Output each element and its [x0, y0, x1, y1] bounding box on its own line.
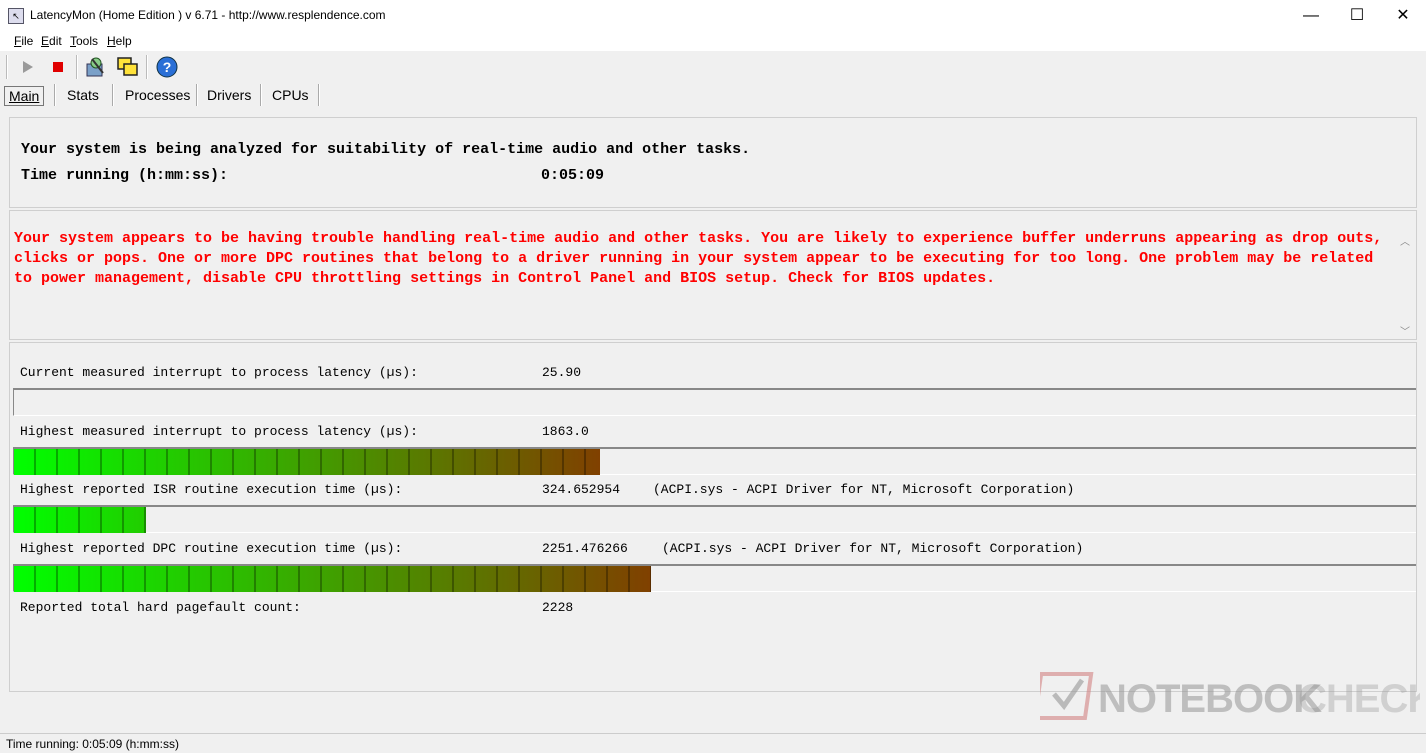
tab-drivers[interactable]: Drivers	[203, 86, 255, 104]
highest-latency-bar	[13, 447, 1416, 475]
dpc-time-bar	[13, 564, 1416, 592]
menu-help[interactable]: Help	[107, 34, 132, 48]
maximize-button[interactable]: ☐	[1334, 0, 1380, 31]
scroll-down-icon[interactable]: ﹀	[1400, 323, 1410, 338]
tab-separator	[196, 84, 198, 106]
menu-help-label: elp	[115, 34, 132, 48]
warning-panel: Your system appears to be having trouble…	[9, 210, 1417, 340]
tab-separator	[112, 84, 114, 106]
isr-time-bar-fill	[14, 507, 146, 533]
status-bar: Time running: 0:05:09 (h:mm:ss)	[0, 733, 1426, 753]
isr-time-label: Highest reported ISR routine execution t…	[20, 482, 403, 497]
analysis-status-text: Your system is being analyzed for suitab…	[21, 141, 751, 158]
menu-edit-label: dit	[49, 34, 62, 48]
isr-time-bar	[13, 505, 1416, 533]
svg-text:CHECK: CHECK	[1298, 677, 1420, 721]
time-running-value: 0:05:09	[541, 167, 605, 184]
menu-file[interactable]: File	[14, 34, 33, 48]
toolbar-separator	[76, 55, 78, 79]
dpc-time-label: Highest reported DPC routine execution t…	[20, 541, 403, 556]
menu-tools[interactable]: Tools	[70, 34, 98, 48]
app-icon: ↖	[8, 8, 24, 24]
dpc-driver: (ACPI.sys - ACPI Driver for NT, Microsof…	[662, 541, 1084, 556]
toolbar-separator	[146, 55, 148, 79]
time-running-label: Time running (h:mm:ss):	[21, 167, 229, 184]
tab-separator	[54, 84, 56, 106]
title-bar: ↖ LatencyMon (Home Edition ) v 6.71 - ht…	[0, 0, 1426, 31]
windows-button[interactable]	[115, 55, 141, 79]
status-bar-text: Time running: 0:05:09 (h:mm:ss)	[6, 737, 179, 751]
window-title: LatencyMon (Home Edition ) v 6.71 - http…	[30, 8, 386, 22]
play-button[interactable]	[14, 55, 40, 79]
menu-tools-label: ools	[76, 34, 99, 48]
toolbar-grip	[6, 55, 8, 79]
current-latency-bar	[13, 388, 1416, 416]
svg-text:?: ?	[163, 59, 172, 75]
scroll-up-icon[interactable]: ︿	[1400, 233, 1410, 248]
svg-text:NOTEBOOK: NOTEBOOK	[1098, 677, 1322, 721]
notebookcheck-logo: NOTEBOOK CHECK	[1032, 672, 1426, 721]
highest-latency-bar-fill	[14, 449, 600, 475]
current-latency-label: Current measured interrupt to process la…	[20, 365, 418, 380]
minimize-button[interactable]: —	[1288, 0, 1334, 31]
status-panel: Your system is being analyzed for suitab…	[9, 117, 1417, 208]
menu-edit-mnemonic: E	[41, 34, 50, 48]
toolbar: ?	[0, 51, 1426, 82]
analyze-button[interactable]	[83, 55, 109, 79]
stop-button[interactable]	[45, 55, 71, 79]
analyze-icon	[86, 57, 104, 77]
metrics-panel: Current measured interrupt to process la…	[9, 342, 1417, 692]
notebookcheck-watermark: NOTEBOOK CHECK	[1032, 668, 1426, 739]
pagefault-value: 2228	[542, 600, 574, 615]
isr-time-value: 324.652954	[542, 482, 621, 497]
menu-help-mnemonic: H	[107, 34, 116, 48]
play-icon	[23, 61, 33, 73]
menu-bar: File Edit Tools Help	[0, 31, 1426, 51]
dpc-time-bar-fill	[14, 566, 651, 592]
tab-cpus[interactable]: CPUs	[268, 86, 313, 104]
highest-latency-label: Highest measured interrupt to process la…	[20, 424, 418, 439]
close-button[interactable]: ✕	[1380, 0, 1426, 31]
tab-stats[interactable]: Stats	[63, 86, 103, 104]
menu-edit[interactable]: Edit	[41, 34, 62, 48]
help-button[interactable]: ?	[154, 55, 180, 79]
isr-driver: (ACPI.sys - ACPI Driver for NT, Microsof…	[653, 482, 1075, 497]
tab-separator	[318, 84, 320, 106]
stop-icon	[53, 62, 63, 72]
menu-file-label: ile	[21, 34, 34, 48]
tab-separator	[260, 84, 262, 106]
highest-latency-value: 1863.0	[542, 424, 589, 439]
tab-processes[interactable]: Processes	[121, 86, 194, 104]
pagefault-label: Reported total hard pagefault count:	[20, 600, 301, 615]
current-latency-value: 25.90	[542, 365, 582, 380]
help-icon: ?	[156, 56, 178, 78]
tab-strip: Main Stats Processes Drivers CPUs	[0, 82, 1426, 108]
tab-main[interactable]: Main	[4, 86, 45, 106]
warning-text: Your system appears to be having trouble…	[14, 230, 1383, 287]
dpc-time-value: 2251.476266	[542, 541, 628, 556]
windows-icon	[117, 57, 138, 76]
